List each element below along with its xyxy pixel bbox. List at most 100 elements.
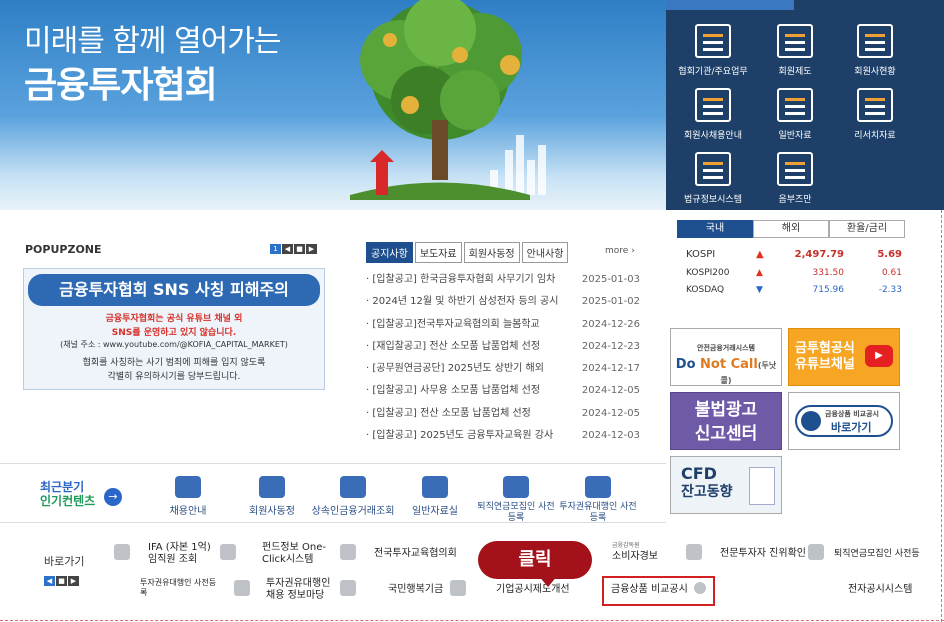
tab-guide[interactable]: 안내사항	[521, 242, 569, 263]
quick-item-members[interactable]: 회원사현황	[830, 24, 920, 77]
tab-overseas[interactable]: 해외	[753, 220, 829, 238]
quick-menu-panel: 협회기관/주요업무 회원제도 회원사현황 회원사채용안내 일반자료 리서치자료 …	[666, 0, 944, 210]
list-item[interactable]: · [입찰공고] 전산 소모품 납품업체 선정 2024-12-05	[366, 403, 640, 425]
list-item[interactable]: · 2024년 12월 및 하반기 삼성전자 등의 공시 2025-01-02	[366, 291, 640, 313]
pager-next[interactable]: ▶	[68, 576, 79, 586]
highlight-box	[602, 576, 715, 606]
quick-item-law[interactable]: 법규정보시스템	[668, 152, 758, 205]
archive-icon	[422, 476, 448, 498]
quick-item-ombudsman[interactable]: 음부즈만	[750, 152, 840, 205]
market-tabs: 국내 해외 환율/금리	[677, 220, 905, 238]
ie-icon	[695, 152, 731, 186]
list-item[interactable]: · [입찰공고] 사무용 소모품 납품업체 선정 2024-12-05	[366, 380, 640, 402]
link-education-council[interactable]: 전국투자교육협의회	[374, 548, 457, 560]
hero-banner: 미래를 함께 열어가는 금융투자협회	[0, 0, 666, 210]
tab-press[interactable]: 보도자료	[414, 242, 462, 263]
pager-stop[interactable]: ■	[294, 244, 305, 254]
siren-icon	[686, 544, 702, 560]
banner-line: 금융투자협회는 공식 유튜브 채널 외	[105, 314, 243, 324]
link-agent-recruit[interactable]: 투자권유대행인 채용 정보마당	[266, 578, 340, 602]
list-item[interactable]: · [재입찰공고] 전산 소모품 납품업체 선정 2024-12-23	[366, 336, 640, 358]
sns-warning-banner[interactable]: 금융투자협회 SNS 사칭 피해주의 금융투자협회는 공식 유튜브 채널 외 S…	[23, 268, 325, 390]
pager-stop[interactable]: ■	[56, 576, 67, 586]
quick-links-label: 바로가기	[44, 555, 85, 568]
tab-domestic[interactable]: 국내	[677, 220, 753, 238]
down-arrow-icon: ▼	[756, 285, 763, 295]
link-dart[interactable]: 전자공시시스템	[848, 584, 912, 596]
dashed-border	[0, 620, 944, 621]
pen-icon	[234, 580, 250, 596]
recent-item-inheritance[interactable]: 상속인금융거래조회	[306, 476, 400, 517]
notice-tabs: 공지사항 보도자료 회원사동정 안내사항	[366, 242, 569, 263]
link-pension-agent[interactable]: 퇴직연금모집인 사전등	[834, 548, 920, 560]
chart-icon	[749, 467, 775, 505]
click-callout: 클릭	[478, 541, 592, 587]
gift-icon	[450, 580, 466, 596]
quick-item-research[interactable]: 리서치자료	[830, 88, 920, 141]
pager-next[interactable]: ▶	[306, 244, 317, 254]
search-person-icon	[340, 580, 356, 596]
pager-page[interactable]: 1	[270, 244, 281, 254]
person-search-icon	[340, 476, 366, 498]
pen-icon	[503, 476, 529, 498]
calculator-icon	[777, 152, 813, 186]
chevron-right-icon: ›	[631, 246, 635, 256]
recent-item-member-news[interactable]: 회원사동정	[232, 476, 312, 517]
dashed-border	[941, 210, 942, 622]
quick-item-membership[interactable]: 회원제도	[750, 24, 840, 77]
quick-item-general-data[interactable]: 일반자료	[750, 88, 840, 141]
tab-notice[interactable]: 공지사항	[366, 242, 413, 263]
link-disclosure-reform[interactable]: 기업공시제도개선	[496, 584, 570, 596]
hero-subtitle: 미래를 함께 열어가는	[24, 24, 281, 59]
camera-icon	[114, 544, 130, 560]
banner-line: (채널 주소 : www.youtube.com/@KOFIA_CAPITAL_…	[60, 340, 288, 349]
banner-line: 각별히 유의하시기를 당부드립니다.	[107, 372, 241, 382]
document-icon	[777, 88, 813, 122]
arrow-right-icon[interactable]: →	[104, 488, 122, 506]
up-arrow-icon: ▲	[756, 268, 763, 278]
more-link[interactable]: more ›	[605, 246, 635, 256]
pager-prev[interactable]: ◀	[282, 244, 293, 254]
quick-item-recruit[interactable]: 회원사채용안내	[668, 88, 758, 141]
link-consumer-alert[interactable]: 소비자경보	[612, 551, 658, 563]
do-not-call-banner[interactable]: 안전금융거래시스템 Do Not Call(두낫콜)	[670, 328, 782, 386]
recent-item-recruit[interactable]: 채용안내	[148, 476, 228, 517]
pager-prev[interactable]: ◀	[44, 576, 55, 586]
magnifier-icon	[777, 24, 813, 58]
link-ifa[interactable]: IFA (자본 1억) 임직원 조회	[148, 542, 218, 566]
tab-fx-rate[interactable]: 환율/금리	[829, 220, 905, 238]
search-icon	[801, 411, 821, 431]
market-row-kospi: KOSPI ▲ 2,497.79 5.69	[686, 249, 902, 260]
quick-links-pager: ◀ ■ ▶	[44, 576, 79, 586]
list-item[interactable]: · [공무원연금공단] 2025년도 상반기 해외 2024-12-17	[366, 358, 640, 380]
pen-icon	[585, 476, 611, 498]
recent-item-pension-agent[interactable]: 퇴직연금모집인 사전등록	[476, 476, 556, 524]
cfd-balance-banner[interactable]: CFD 잔고동향	[670, 456, 782, 514]
person-icon	[808, 544, 824, 560]
market-row-kospi200: KOSPI200 ▲ 331.50 0.61	[686, 268, 902, 278]
list-item[interactable]: · [입찰공고] 한국금융투자협회 사무기기 임차 2025-01-03	[366, 269, 640, 291]
link-happiness-fund[interactable]: 국민행복기금	[388, 584, 443, 596]
product-comparison-banner[interactable]: 금융상품 비교공시 바로가기	[788, 392, 900, 450]
tab-member-news[interactable]: 회원사동정	[463, 242, 520, 263]
market-row-kosdaq: KOSDAQ ▼ 715.96 -2.33	[686, 285, 902, 295]
banner-line: SNS를 운영하고 있지 않습니다.	[111, 328, 237, 338]
recent-title: 최근분기 인기컨텐츠	[40, 480, 96, 508]
recent-item-investment-agent[interactable]: 투자권유대행인 사전등록	[558, 476, 638, 524]
hero-title: 금융투자협회	[24, 65, 218, 106]
quick-item-association[interactable]: 협회기관/주요업무	[668, 24, 758, 77]
link-pro-investor[interactable]: 전문투자자 진위확인	[720, 548, 806, 560]
list-item[interactable]: · [입찰공고] 2025년도 금융투자교육원 강사 2024-12-03	[366, 425, 640, 447]
youtube-channel-banner[interactable]: 금투협공식 유튜브채널 ▶	[788, 328, 900, 386]
list-item[interactable]: · [입찰공고]전국투자교육협의회 늘봄학교 2024-12-26	[366, 314, 640, 336]
illegal-ad-report-banner[interactable]: 불법광고 신고센터	[670, 392, 782, 450]
basket-icon	[857, 24, 893, 58]
building-icon	[695, 24, 731, 58]
link-agent-register[interactable]: 투자권유대행인 사전등록	[140, 578, 220, 598]
up-arrow-icon: ▲	[756, 249, 764, 260]
quick-menu-tab	[666, 0, 794, 10]
link-fund-info[interactable]: 펀드정보 One-Click시스템	[262, 542, 334, 566]
recent-item-general-data[interactable]: 일반자료실	[395, 476, 475, 517]
notice-list: · [입찰공고] 한국금융투자협회 사무기기 임차 2025-01-03 · 20…	[366, 269, 640, 447]
money-tree-illustration	[350, 0, 546, 200]
